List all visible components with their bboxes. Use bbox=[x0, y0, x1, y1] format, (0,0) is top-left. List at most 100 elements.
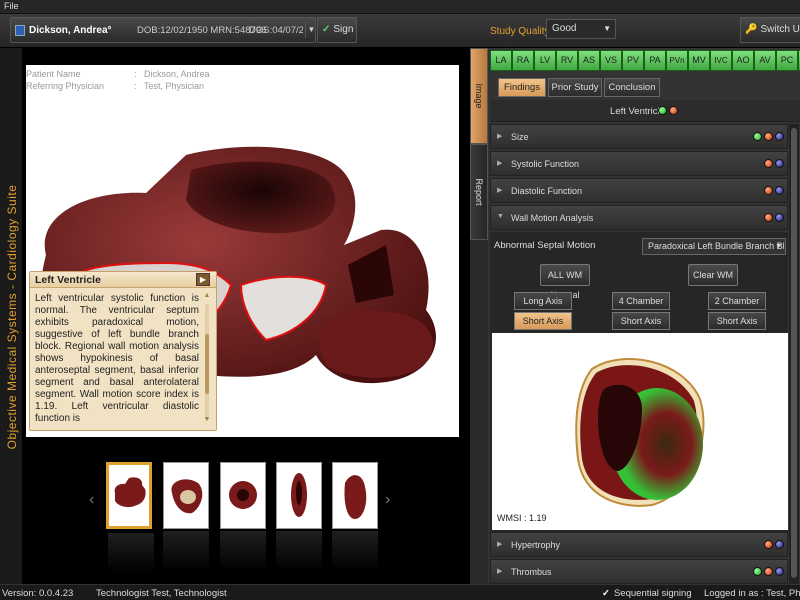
status-dot-blue[interactable] bbox=[775, 132, 784, 141]
check-icon: ✓ bbox=[322, 24, 331, 35]
tab-conclusion[interactable]: Conclusion bbox=[604, 78, 660, 97]
status-dot-green[interactable] bbox=[753, 567, 762, 576]
tab-report[interactable]: Report bbox=[470, 144, 488, 240]
view-long-axis[interactable]: Long Axis bbox=[514, 292, 572, 310]
view-short-axis-mid[interactable]: Short Axis Mid bbox=[612, 312, 670, 342]
segment-button-pa[interactable]: PA bbox=[644, 50, 666, 71]
section-diastolic-function[interactable]: ▶ Diastolic Function bbox=[490, 178, 788, 203]
expand-icon[interactable]: ▶ bbox=[196, 273, 210, 286]
thumbnail-3-heart bbox=[229, 481, 257, 509]
segment-button-pc[interactable]: PC bbox=[776, 50, 798, 71]
status-dot-red[interactable] bbox=[764, 132, 773, 141]
section-thrombus-label: Thrombus bbox=[511, 567, 552, 577]
tab-image[interactable]: Image bbox=[470, 48, 488, 144]
status-dot-blue[interactable] bbox=[775, 567, 784, 576]
scroll-thumb[interactable] bbox=[205, 334, 209, 394]
chevron-right-icon[interactable]: › bbox=[385, 491, 390, 509]
segment-button-ivc[interactable]: IVC bbox=[710, 50, 732, 71]
thumbnail-5-heart bbox=[344, 475, 367, 519]
sign-button[interactable]: ✓ Sign bbox=[317, 17, 357, 43]
abnormal-septal-motion-value: Paradoxical Left Bundle Branch Block bbox=[648, 241, 786, 251]
chevron-down-icon[interactable]: ▼ bbox=[305, 22, 317, 38]
segment-button-ao[interactable]: AO bbox=[732, 50, 754, 71]
patient-selector[interactable]: Dickson, Andrea° DOB:12/02/1950 MRN:5487… bbox=[10, 17, 316, 43]
tab-prior-study[interactable]: Prior Study bbox=[548, 78, 602, 97]
segment-button-mv[interactable]: MV bbox=[688, 50, 710, 71]
section-hypertrophy-label: Hypertrophy bbox=[511, 540, 561, 550]
segment-button-ra[interactable]: RA bbox=[512, 50, 534, 71]
status-dot-red[interactable] bbox=[669, 106, 678, 115]
segment-button-pvn[interactable]: PVn bbox=[666, 50, 688, 71]
segment-button-pv[interactable]: PV bbox=[622, 50, 644, 71]
check-icon: ✓ bbox=[602, 588, 610, 599]
panel-scrollbar[interactable] bbox=[789, 124, 799, 584]
section-systolic-function[interactable]: ▶ Systolic Function bbox=[490, 151, 788, 176]
view-short-axis-basal[interactable]: Short Axis Basal bbox=[514, 312, 572, 342]
section-size[interactable]: ▶ Size bbox=[490, 124, 788, 149]
patient-name-suffix: ° bbox=[107, 25, 112, 36]
thumbnail-2-heart bbox=[171, 479, 203, 514]
scroll-down-icon[interactable]: ▼ bbox=[202, 416, 212, 423]
switch-user-button[interactable]: 🔑Switch User bbox=[740, 17, 800, 43]
status-dot-red[interactable] bbox=[764, 159, 773, 168]
study-quality-select[interactable]: Good ▼ bbox=[546, 19, 616, 39]
all-wm-normal-button[interactable]: ALL WM Normal bbox=[540, 264, 590, 300]
section-hypertrophy[interactable]: ▶ Hypertrophy bbox=[490, 532, 788, 557]
view-tabs: Image Report bbox=[470, 48, 488, 584]
section-thrombus[interactable]: ▶ Thrombus bbox=[490, 559, 788, 584]
status-dot-blue[interactable] bbox=[775, 540, 784, 549]
status-dot-red[interactable] bbox=[764, 213, 773, 222]
thumbnail-1[interactable] bbox=[106, 462, 154, 573]
section-size-label: Size bbox=[511, 132, 529, 142]
study-quality-value: Good bbox=[552, 23, 577, 34]
segment-button-la[interactable]: LA bbox=[490, 50, 512, 71]
thumbnail-3[interactable] bbox=[220, 462, 266, 571]
patient-name: Dickson, Andrea bbox=[29, 25, 108, 36]
menu-file[interactable]: File bbox=[4, 1, 19, 11]
thumbnail-strip: ‹ › bbox=[22, 455, 470, 583]
patient-name-colon: : bbox=[134, 69, 137, 79]
left-ventricle-label: Left Ventricle bbox=[610, 106, 665, 117]
popup-scrollbar[interactable]: ▲ ▼ bbox=[202, 292, 212, 426]
view-2-chamber[interactable]: 2 Chamber bbox=[708, 292, 766, 310]
scroll-up-icon[interactable]: ▲ bbox=[202, 292, 212, 299]
sign-button-label: Sign bbox=[333, 24, 354, 35]
chevron-left-icon[interactable]: ‹ bbox=[89, 491, 94, 509]
referring-physician-value: Test, Physician bbox=[144, 81, 205, 91]
section-wall-motion-analysis[interactable]: ▼ Wall Motion Analysis bbox=[490, 205, 788, 230]
popup-title: Left Ventricle bbox=[35, 274, 101, 286]
status-dot-red[interactable] bbox=[764, 567, 773, 576]
status-dot-blue[interactable] bbox=[775, 213, 784, 222]
wall-motion-diagram[interactable]: WMSI : 1.19 bbox=[492, 333, 788, 530]
thumbnail-4-heart bbox=[291, 473, 307, 517]
status-dot-green[interactable] bbox=[658, 106, 667, 115]
view-4-chamber[interactable]: 4 Chamber bbox=[612, 292, 670, 310]
segment-button-vs[interactable]: VS bbox=[600, 50, 622, 71]
clear-wm-button[interactable]: Clear WM bbox=[688, 264, 738, 286]
thumbnail-4-reflection bbox=[276, 531, 322, 571]
abnormal-septal-motion-select[interactable]: Paradoxical Left Bundle Branch Block ▼ bbox=[642, 238, 786, 255]
abnormal-septal-motion-label: Abnormal Septal Motion bbox=[494, 240, 596, 251]
thumbnail-2[interactable] bbox=[163, 462, 209, 571]
top-toolbar: Dickson, Andrea° DOB:12/02/1950 MRN:5487… bbox=[0, 14, 800, 48]
referring-physician-colon: : bbox=[134, 81, 137, 91]
version-text: Version: 0.0.4.23 bbox=[2, 588, 74, 599]
tab-findings[interactable]: Findings bbox=[498, 78, 546, 97]
thumbnail-4[interactable] bbox=[276, 462, 322, 571]
segment-button-as[interactable]: AS bbox=[578, 50, 600, 71]
view-short-axis-apical[interactable]: Short Axis Apical bbox=[708, 312, 766, 342]
segment-button-av[interactable]: AV bbox=[754, 50, 776, 71]
segment-button-rv[interactable]: RV bbox=[556, 50, 578, 71]
status-dot-blue[interactable] bbox=[775, 186, 784, 195]
status-dot-green[interactable] bbox=[753, 132, 762, 141]
segment-button-lv[interactable]: LV bbox=[534, 50, 556, 71]
referring-physician-label: Referring Physician bbox=[26, 81, 105, 91]
status-dot-red[interactable] bbox=[764, 540, 773, 549]
thumbnail-5[interactable] bbox=[332, 462, 378, 571]
status-dot-red[interactable] bbox=[764, 186, 773, 195]
status-dot-blue[interactable] bbox=[775, 159, 784, 168]
patient-dob-mrn: DOB:12/02/1950 MRN:548796 bbox=[137, 25, 267, 36]
patient-dos: DOS:04/07/20 bbox=[249, 25, 303, 36]
panel-scroll-thumb[interactable] bbox=[791, 128, 797, 578]
wmsi-value: WMSI : 1.19 bbox=[497, 513, 547, 523]
